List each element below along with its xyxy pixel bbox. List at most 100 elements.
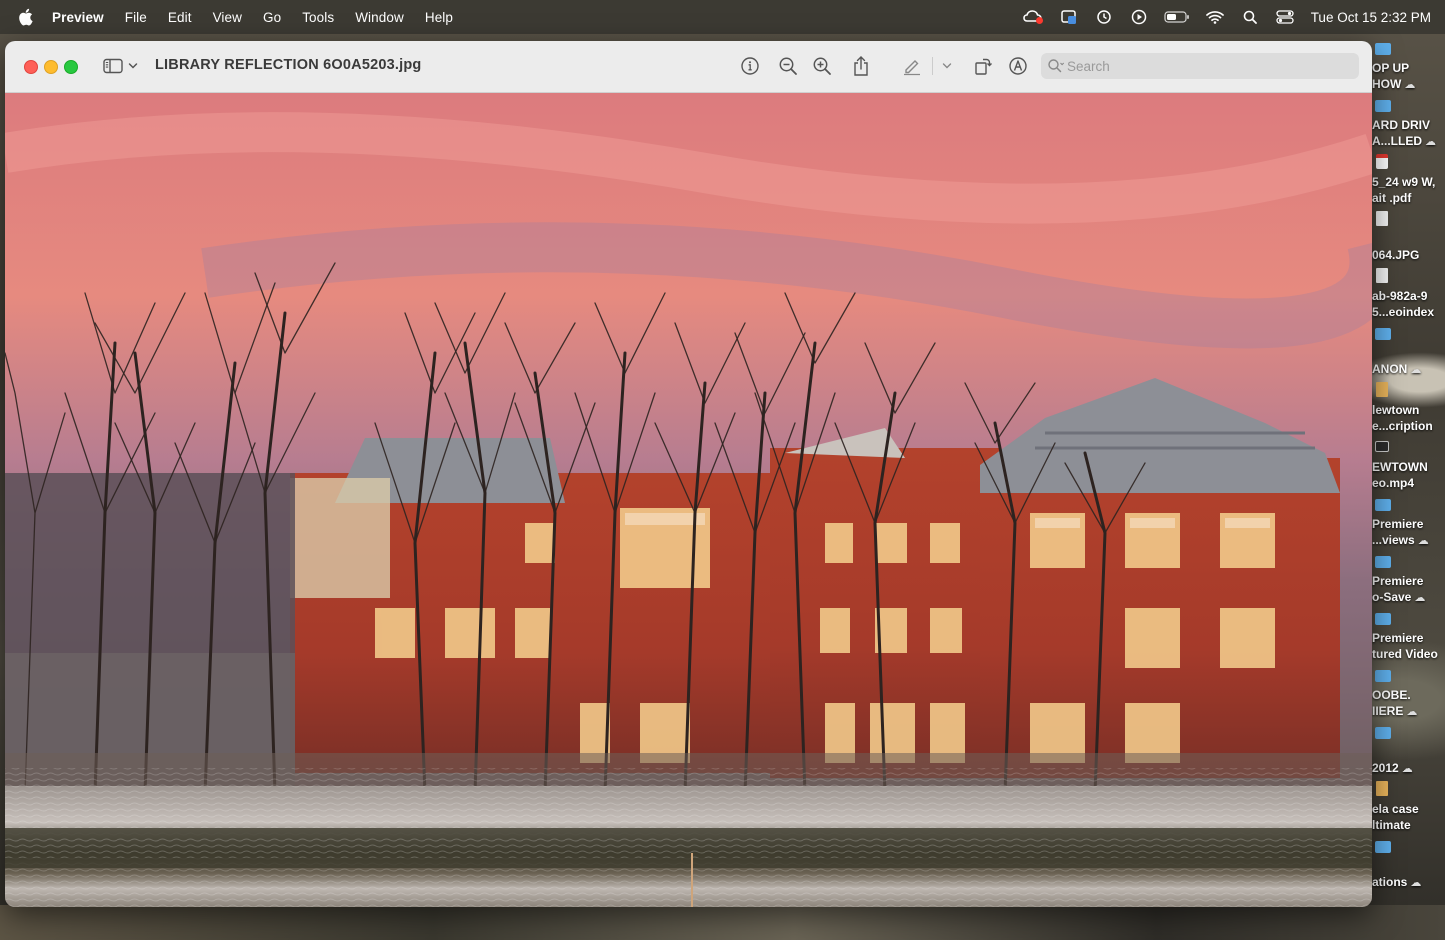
desktop-icon-img[interactable]: lewtown e...cription — [1372, 382, 1445, 439]
menu-go[interactable]: Go — [263, 10, 281, 25]
menu-help[interactable]: Help — [425, 10, 453, 25]
desktop-icon-label-text: ltimate — [1372, 818, 1411, 832]
close-window-button[interactable] — [24, 60, 38, 74]
desktop-icon-label-line2: IIERE ☁ — [1372, 704, 1417, 720]
desktop-icon-folder[interactable]: ations ☁ — [1372, 838, 1445, 895]
desktop-icon-label-line1: Premiere — [1372, 517, 1424, 531]
search-field[interactable] — [1041, 53, 1359, 79]
desktop-icon-folder[interactable]: ARD DRIV A...LLED ☁ — [1372, 97, 1445, 154]
markup-options-chevron-down-icon[interactable] — [936, 55, 958, 77]
desktop-icon-label-line2: tured Video — [1372, 647, 1438, 662]
share-icon[interactable] — [850, 55, 872, 77]
desktop-icon-vid[interactable]: EWTOWN eo.mp4 — [1372, 439, 1445, 496]
icloud-download-icon: ☁ — [1425, 136, 1436, 148]
desktop-icon-label-text: ait .pdf — [1372, 191, 1412, 205]
battery-icon[interactable] — [1163, 8, 1191, 26]
desktop-icon-label-line1: ela case — [1372, 802, 1419, 816]
desktop-icon-doc[interactable]: ab-982a-9 5...eoindex — [1372, 268, 1445, 325]
desktop-wallpaper-bottom — [0, 905, 1445, 940]
creative-cloud-icon[interactable] — [1022, 8, 1045, 26]
folder-icon — [1375, 100, 1391, 112]
fullscreen-window-button[interactable] — [64, 60, 78, 74]
play-icon[interactable] — [1128, 8, 1150, 26]
desktop-icon-label-line1: Premiere — [1372, 574, 1424, 588]
menu-bar: Preview File Edit View Go Tools Window H… — [0, 0, 1445, 34]
desktop-icon-label-line2: A...LLED ☁ — [1372, 134, 1436, 150]
img-file-icon — [1376, 781, 1388, 796]
desktop-icon-label-line1: ab-982a-9 — [1372, 289, 1428, 303]
desktop-icon-label-text: 5...eoindex — [1372, 305, 1435, 319]
desktop-icon-folder[interactable]: OOBE. IIERE ☁ — [1372, 667, 1445, 724]
desktop-icon-label-text: 2012 — [1372, 761, 1399, 775]
spotlight-search-icon[interactable] — [1239, 8, 1261, 26]
desktop-icon-label-line1: Premiere — [1372, 631, 1424, 645]
desktop-icon-label-line2: 064.JPG — [1372, 248, 1419, 263]
menu-file[interactable]: File — [125, 10, 147, 25]
desktop-icon-folder[interactable]: 2012 ☁ — [1372, 724, 1445, 781]
desktop-icon-label-text: o-Save — [1372, 590, 1412, 604]
desktop-icon-label-line2: ltimate — [1372, 818, 1411, 833]
toolbar-divider — [932, 57, 933, 75]
finder-sync-icon[interactable] — [1058, 8, 1080, 26]
icloud-download-icon: ☁ — [1410, 364, 1422, 376]
menu-app-preview[interactable]: Preview — [52, 10, 104, 25]
desktop-icon-doc[interactable]: 064.JPG — [1372, 211, 1445, 268]
desktop-icon-img[interactable]: ela case ltimate — [1372, 781, 1445, 838]
desktop-icon-folder[interactable]: OP UP HOW ☁ — [1372, 40, 1445, 97]
menu-view[interactable]: View — [213, 10, 242, 25]
zoom-out-icon[interactable] — [777, 55, 799, 77]
menubar-clock[interactable]: Tue Oct 15 2:32 PM — [1311, 10, 1431, 25]
time-machine-icon[interactable] — [1093, 8, 1115, 26]
icloud-download-icon: ☁ — [1410, 877, 1422, 889]
desktop-icon-label-line1: 5_24 w9 W, — [1372, 175, 1436, 189]
icloud-download-icon: ☁ — [1414, 592, 1426, 604]
desktop-icon-folder[interactable]: Premiere o-Save ☁ — [1372, 553, 1445, 610]
sidebar-toggle-icon[interactable] — [102, 56, 124, 76]
doc-file-icon — [1376, 211, 1388, 226]
sidebar-options-chevron-down-icon[interactable] — [128, 58, 140, 74]
desktop-icon-label-text: 064.JPG — [1372, 248, 1420, 262]
icloud-download-icon: ☁ — [1401, 763, 1413, 775]
wifi-icon[interactable] — [1204, 8, 1226, 26]
reflection-photo — [5, 93, 1372, 907]
info-icon[interactable] — [739, 55, 761, 77]
desktop-icon-label-text: HOW — [1372, 77, 1402, 91]
desktop-icon-label-line2: 2012 ☁ — [1372, 761, 1413, 777]
apple-menu-icon[interactable] — [18, 8, 34, 26]
icloud-download-icon: ☁ — [1404, 79, 1416, 91]
search-icon — [1047, 58, 1065, 74]
document-title[interactable]: LIBRARY REFLECTION 6O0A5203.jpg — [155, 57, 421, 73]
zoom-in-icon[interactable] — [811, 55, 833, 77]
image-canvas[interactable] — [5, 93, 1372, 907]
pdf-file-icon — [1376, 154, 1388, 169]
search-input[interactable] — [1067, 53, 1352, 79]
menu-window[interactable]: Window — [355, 10, 404, 25]
desktop-icon-folder[interactable]: Premiere tured Video — [1372, 610, 1445, 667]
desktop-icon-label-line1: OOBE. — [1372, 688, 1411, 702]
folder-icon — [1375, 499, 1391, 511]
folder-icon — [1375, 841, 1391, 853]
rotate-icon[interactable] — [972, 55, 994, 77]
folder-icon — [1375, 43, 1391, 55]
desktop-icon-folder[interactable]: Premiere ...views ☁ — [1372, 496, 1445, 553]
desktop-icon-label-line2: ait .pdf — [1372, 191, 1411, 206]
desktop-icon-label-line2: ations ☁ — [1372, 875, 1421, 891]
minimize-window-button[interactable] — [44, 60, 58, 74]
desktop-icon-label-text: ANON — [1372, 362, 1408, 376]
menu-edit[interactable]: Edit — [168, 10, 192, 25]
desktop-icon-label-line2: ANON ☁ — [1372, 362, 1421, 378]
menu-tools[interactable]: Tools — [302, 10, 334, 25]
control-center-icon[interactable] — [1274, 8, 1296, 26]
desktop-icons: OP UP HOW ☁ ARD DRIV A...LLED ☁ 5_24 w9 W, ait … — [1372, 40, 1445, 900]
folder-icon — [1375, 556, 1391, 568]
markup-toolbar-icon[interactable] — [1007, 55, 1029, 77]
desktop-icon-folder[interactable]: ANON ☁ — [1372, 325, 1445, 382]
desktop-icon-label-text: IIERE — [1372, 704, 1404, 718]
desktop-icon-label-line2: o-Save ☁ — [1372, 590, 1425, 606]
folder-icon — [1375, 670, 1391, 682]
desktop-icon-pdf[interactable]: 5_24 w9 W, ait .pdf — [1372, 154, 1445, 211]
desktop-icon-label-line1: ARD DRIV — [1372, 118, 1431, 132]
markup-pen-icon[interactable] — [901, 55, 923, 77]
window-toolbar: LIBRARY REFLECTION 6O0A5203.jpg — [5, 41, 1372, 93]
doc-file-icon — [1376, 268, 1388, 283]
